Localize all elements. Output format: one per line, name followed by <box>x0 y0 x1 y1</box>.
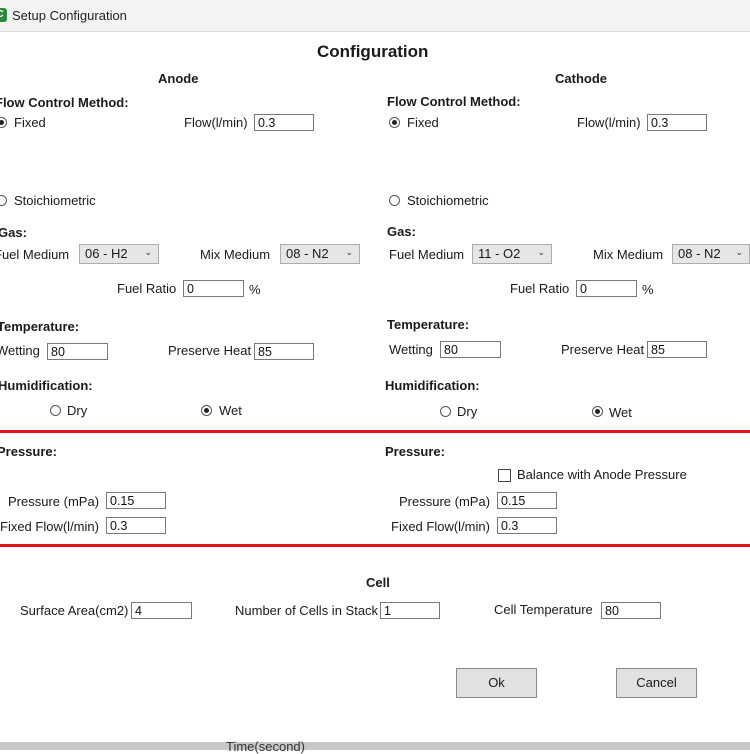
cell-temperature-label: Cell Temperature <box>494 602 593 617</box>
page-title: Configuration <box>317 42 429 61</box>
cathode-fuel-medium-select[interactable]: 11 - O2 ⌄ <box>472 244 552 264</box>
anode-stoichiometric-radio[interactable] <box>0 195 7 206</box>
anode-fuel-medium-label: Fuel Medium <box>0 247 70 262</box>
highlight-line-top <box>0 430 750 433</box>
cathode-temperature-label: Temperature: <box>387 317 470 332</box>
cathode-mix-medium-value: 08 - N2 <box>678 246 721 261</box>
cathode-gas-label: Gas: <box>387 224 416 239</box>
anode-wetting-input[interactable] <box>47 343 108 360</box>
anode-fuel-ratio-input[interactable] <box>183 280 244 297</box>
cathode-percent-label: % <box>642 282 654 297</box>
cathode-wet-radio[interactable] <box>592 406 603 417</box>
anode-humidification-label: Humidification: <box>0 378 93 393</box>
anode-gas-label: Gas: <box>0 225 27 240</box>
anode-heading: Anode <box>158 71 199 86</box>
cathode-mix-medium-select[interactable]: 08 - N2 ⌄ <box>672 244 750 264</box>
anode-pressure-label: Pressure (mPa) <box>8 494 100 509</box>
anode-dry-radio[interactable] <box>50 405 61 416</box>
cathode-fuel-medium-label: Fuel Medium <box>389 247 465 262</box>
anode-wet-radio[interactable] <box>201 405 212 416</box>
cathode-mix-medium-label: Mix Medium <box>593 247 664 262</box>
surface-area-label: Surface Area(cm2) <box>20 603 129 618</box>
cathode-flow-input[interactable] <box>647 114 707 131</box>
cathode-heading: Cathode <box>555 71 607 86</box>
anode-wetting-label: Wetting <box>0 343 40 358</box>
anode-fuel-ratio-label: Fuel Ratio <box>117 281 177 296</box>
num-cells-input[interactable] <box>380 602 440 619</box>
cathode-pressure-input[interactable] <box>497 492 557 509</box>
cell-temperature-input[interactable] <box>601 602 661 619</box>
cathode-wetting-input[interactable] <box>440 341 501 358</box>
anode-flow-control-label: Flow Control Method: <box>0 95 129 110</box>
cathode-dry-label: Dry <box>457 404 478 419</box>
anode-mix-medium-select[interactable]: 08 - N2 ⌄ <box>280 244 360 264</box>
anode-mix-medium-label: Mix Medium <box>200 247 271 262</box>
anode-preserve-heat-label: Preserve Heat <box>168 343 252 358</box>
cathode-pressure-label: Pressure (mPa) <box>399 494 491 509</box>
anode-fixed-flow-input[interactable] <box>106 517 166 534</box>
cancel-button[interactable]: Cancel <box>616 668 697 698</box>
anode-fuel-medium-select[interactable]: 06 - H2 ⌄ <box>79 244 159 264</box>
anode-fuel-medium-value: 06 - H2 <box>85 246 128 261</box>
cathode-flow-control-label: Flow Control Method: <box>387 94 521 109</box>
chevron-down-icon: ⌄ <box>144 247 152 257</box>
anode-fixed-label: Fixed <box>14 115 46 130</box>
cathode-fixed-flow-input[interactable] <box>497 517 557 534</box>
cathode-preserve-heat-input[interactable] <box>647 341 707 358</box>
chevron-down-icon: ⌄ <box>735 247 743 257</box>
anode-mix-medium-value: 08 - N2 <box>286 246 329 261</box>
cathode-stoichiometric-radio[interactable] <box>389 195 400 206</box>
balance-anode-pressure-checkbox[interactable] <box>498 469 511 482</box>
anode-pressure-input[interactable] <box>106 492 166 509</box>
num-cells-label: Number of Cells in Stack <box>235 603 379 618</box>
anode-flow-label: Flow(l/min) <box>184 115 248 130</box>
cathode-fixed-label: Fixed <box>407 115 439 130</box>
title-bar: C Setup Configuration <box>0 0 750 32</box>
cathode-dry-radio[interactable] <box>440 406 451 417</box>
anode-percent-label: % <box>249 282 261 297</box>
cathode-flow-label: Flow(l/min) <box>577 115 641 130</box>
anode-flow-input[interactable] <box>254 114 314 131</box>
app-icon: C <box>0 8 7 22</box>
anode-temperature-label: Temperature: <box>0 319 80 334</box>
ok-button[interactable]: Ok <box>456 668 537 698</box>
anode-wet-label: Wet <box>219 403 242 418</box>
cathode-stoichiometric-label: Stoichiometric <box>407 193 489 208</box>
anode-stoichiometric-label: Stoichiometric <box>14 193 96 208</box>
anode-fixed-radio[interactable] <box>0 117 7 128</box>
anode-pressure-heading: Pressure: <box>0 444 57 459</box>
cathode-fuel-ratio-label: Fuel Ratio <box>510 281 570 296</box>
anode-dry-label: Dry <box>67 403 88 418</box>
cathode-wet-label: Wet <box>609 405 632 420</box>
cathode-fixed-radio[interactable] <box>389 117 400 128</box>
highlight-line-bottom <box>0 544 750 547</box>
background-window-edge <box>0 742 750 750</box>
surface-area-input[interactable] <box>131 602 192 619</box>
chevron-down-icon: ⌄ <box>537 247 545 257</box>
anode-preserve-heat-input[interactable] <box>254 343 314 360</box>
window-title: Setup Configuration <box>12 8 127 23</box>
cathode-fuel-ratio-input[interactable] <box>576 280 637 297</box>
cathode-preserve-heat-label: Preserve Heat <box>561 342 645 357</box>
cathode-fuel-medium-value: 11 - O2 <box>478 246 521 261</box>
anode-fixed-flow-label: Fixed Flow(l/min) <box>0 519 99 534</box>
cathode-wetting-label: Wetting <box>389 342 433 357</box>
background-axis-label: Time(second) <box>226 739 305 754</box>
cathode-fixed-flow-label: Fixed Flow(l/min) <box>391 519 490 534</box>
cathode-pressure-heading: Pressure: <box>385 444 445 459</box>
balance-anode-pressure-label: Balance with Anode Pressure <box>517 467 687 482</box>
cell-heading: Cell <box>366 575 390 590</box>
cathode-humidification-label: Humidification: <box>385 378 480 393</box>
chevron-down-icon: ⌄ <box>345 247 353 257</box>
